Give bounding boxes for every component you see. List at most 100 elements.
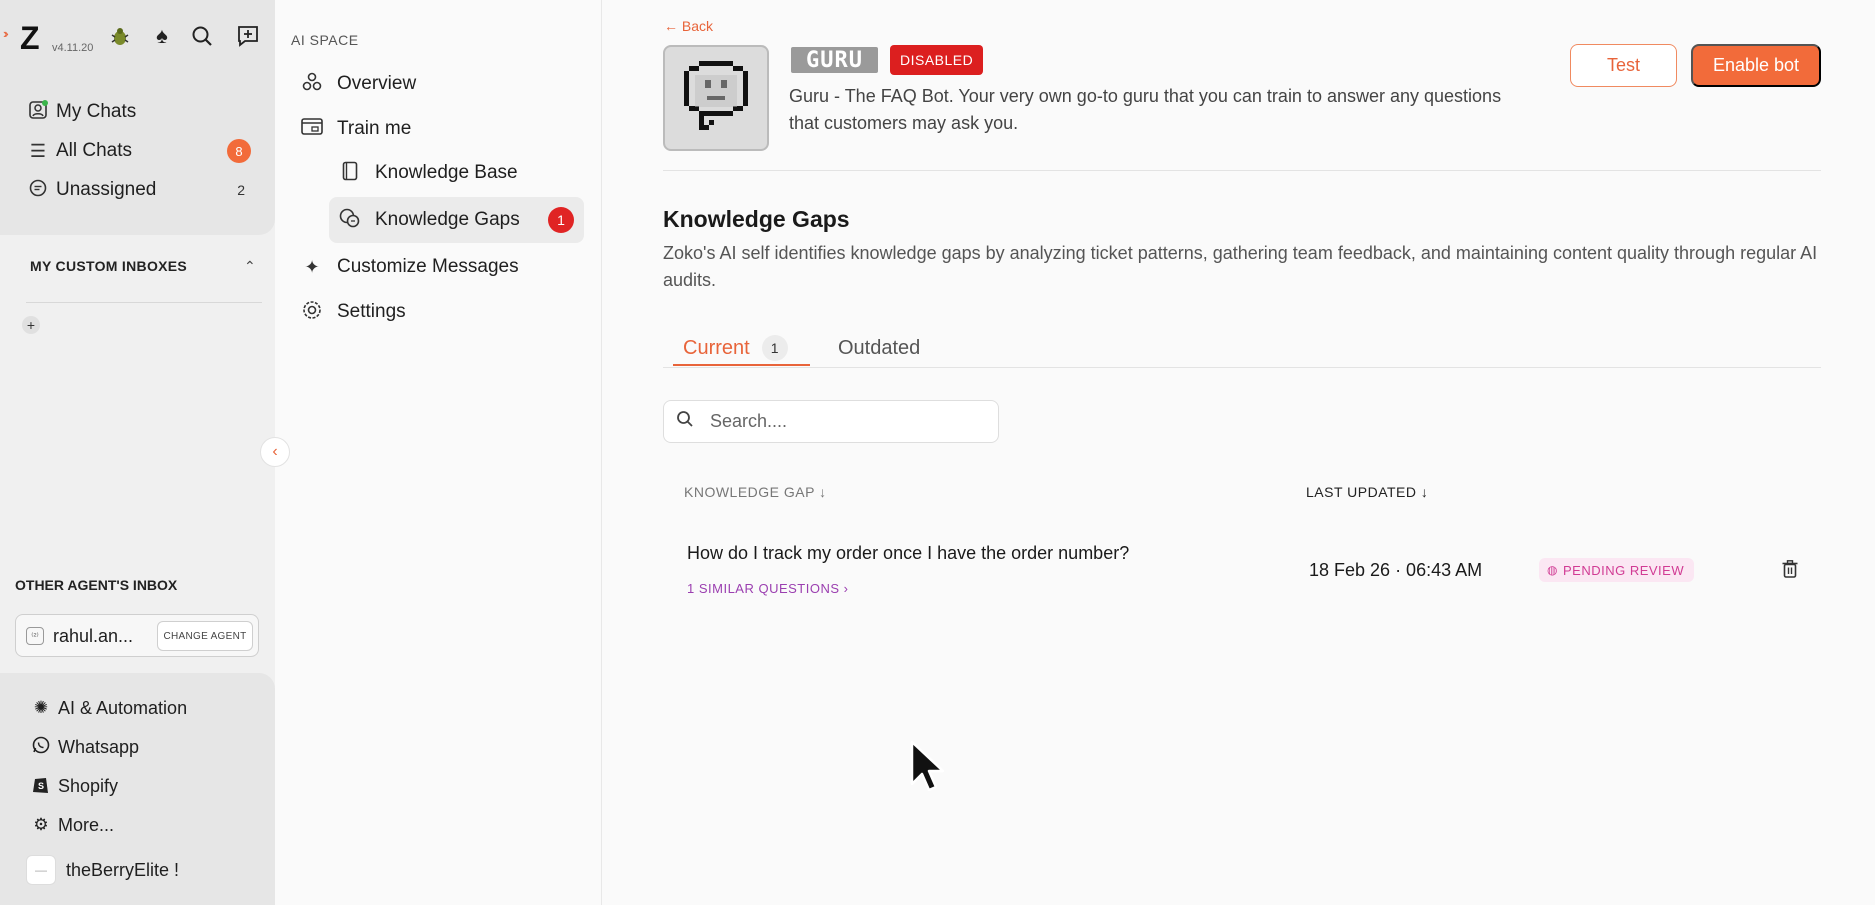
sidebar-item-label: Knowledge Gaps bbox=[375, 209, 520, 230]
shopify-icon: S bbox=[30, 774, 52, 799]
page-title: Knowledge Gaps bbox=[663, 206, 850, 232]
chat-icon bbox=[26, 179, 50, 202]
active-tab-indicator bbox=[673, 364, 810, 366]
sidebar-item-label: Settings bbox=[337, 301, 406, 322]
sparkle-icon: ✦ bbox=[304, 256, 320, 277]
nav-label: Unassigned bbox=[56, 179, 157, 200]
column-label: KNOWLEDGE GAP bbox=[684, 484, 815, 500]
status-label: PENDING REVIEW bbox=[1562, 562, 1685, 578]
nav-more[interactable]: ⚙ More... bbox=[30, 811, 114, 839]
tab-current[interactable]: Current 1 bbox=[683, 330, 788, 366]
gear-icon: ⚙ bbox=[33, 815, 49, 834]
similar-questions-link[interactable]: 1 SIMILAR QUESTIONS › bbox=[687, 581, 849, 596]
spade-icon[interactable]: ♠ bbox=[148, 22, 176, 50]
chevron-up-icon[interactable]: ⌃ bbox=[244, 258, 256, 275]
sidebar-item-knowledge-gaps[interactable]: Knowledge Gaps 1 bbox=[329, 197, 584, 243]
divider bbox=[663, 170, 1821, 171]
add-inbox-button[interactable]: + bbox=[22, 316, 40, 334]
bot-avatar bbox=[663, 45, 769, 151]
status-pill: ◍ PENDING REVIEW bbox=[1539, 558, 1695, 582]
settings-icon bbox=[299, 300, 325, 325]
expand-icon[interactable]: ›› bbox=[3, 26, 8, 41]
status-badge: DISABLED bbox=[890, 45, 984, 75]
workspace-avatar: — bbox=[26, 855, 56, 885]
gap-question[interactable]: How do I track my order once I have the … bbox=[687, 543, 1129, 564]
svg-text:S: S bbox=[38, 781, 44, 791]
enable-bot-button[interactable]: Enable bot bbox=[1691, 44, 1821, 87]
train-icon bbox=[299, 117, 325, 141]
tabs-divider bbox=[663, 367, 1821, 368]
zoko-logo[interactable]: Z bbox=[20, 22, 50, 54]
search-icon[interactable] bbox=[188, 22, 216, 50]
nav-unassigned[interactable]: Unassigned 2 bbox=[26, 175, 251, 205]
new-chat-icon[interactable] bbox=[234, 22, 262, 50]
trash-icon[interactable] bbox=[1778, 557, 1802, 581]
gaps-count-badge: 1 bbox=[548, 207, 574, 233]
bot-description: Guru - The FAQ Bot. Your very own go-to … bbox=[789, 86, 1502, 133]
chevron-right-icon: › bbox=[843, 581, 849, 596]
nav-shopify[interactable]: S Shopify bbox=[30, 772, 118, 800]
search-input[interactable] bbox=[710, 411, 990, 432]
other-agents-title: OTHER AGENT'S INBOX bbox=[15, 577, 178, 593]
nav-label: More... bbox=[58, 814, 115, 835]
search-box bbox=[663, 400, 999, 443]
openai-icon: ✺ bbox=[33, 698, 49, 717]
sidebar-item-overview[interactable]: Overview bbox=[299, 61, 579, 107]
back-label: Back bbox=[681, 18, 714, 34]
sort-arrow-icon: ↓ bbox=[819, 484, 827, 500]
brain-icon: ◍ bbox=[1547, 563, 1558, 577]
nav-label: My Chats bbox=[56, 101, 137, 122]
left-rail: ›› Z v4.11.20 ♠ My Chats ☰ All Chats 8 U… bbox=[0, 0, 275, 905]
nav-label: Shopify bbox=[58, 775, 119, 796]
nav-my-chats[interactable]: My Chats bbox=[26, 97, 251, 127]
agent-selector: ⁽²⁾ rahul.an... CHANGE AGENT bbox=[15, 614, 259, 657]
sidebar-item-settings[interactable]: Settings bbox=[299, 289, 579, 335]
nav-ai-automation[interactable]: ✺ AI & Automation bbox=[30, 694, 187, 722]
bug-icon[interactable] bbox=[106, 22, 134, 50]
app-version: v4.11.20 bbox=[52, 42, 94, 54]
ai-space-sidebar: AI SPACE Overview Train me Knowledge Bas… bbox=[275, 0, 602, 905]
unassigned-count: 2 bbox=[237, 182, 245, 198]
sidebar-title: AI SPACE bbox=[291, 32, 359, 48]
column-header-knowledge-gap[interactable]: KNOWLEDGE GAP ↓ bbox=[684, 484, 827, 500]
agent-avatar: ⁽²⁾ bbox=[26, 627, 44, 645]
nav-label: All Chats bbox=[56, 140, 133, 161]
sidebar-item-train-me[interactable]: Train me bbox=[299, 106, 579, 152]
collapse-sidebar-button[interactable]: ‹ bbox=[260, 437, 290, 467]
workspace-switcher[interactable]: — theBerryElite ! bbox=[26, 854, 179, 886]
unread-badge: 8 bbox=[227, 139, 251, 163]
custom-inboxes-title: MY CUSTOM INBOXES bbox=[30, 258, 188, 274]
bot-logo: GURU bbox=[791, 47, 878, 73]
user-icon bbox=[26, 99, 50, 125]
mouse-cursor-icon bbox=[910, 740, 945, 792]
divider bbox=[26, 302, 262, 303]
search-icon bbox=[676, 410, 700, 433]
change-agent-button[interactable]: CHANGE AGENT bbox=[157, 621, 253, 651]
page-description: Zoko's AI self identifies knowledge gaps… bbox=[663, 243, 1818, 290]
back-link[interactable]: ← Back bbox=[664, 18, 713, 34]
column-label: LAST UPDATED bbox=[1306, 484, 1417, 500]
sidebar-item-label: Overview bbox=[337, 73, 417, 94]
sidebar-item-label: Train me bbox=[337, 118, 412, 139]
last-updated: 18 Feb 26 · 06:43 AM bbox=[1309, 560, 1483, 580]
tab-label: Current bbox=[683, 336, 750, 359]
main-content: ← Back GURU DISABLED Guru - The FAQ Bot.… bbox=[603, 0, 1875, 905]
workspace-name: theBerryElite ! bbox=[66, 859, 180, 880]
nav-label: AI & Automation bbox=[58, 697, 188, 718]
agent-name[interactable]: rahul.an... bbox=[53, 626, 133, 647]
tab-count: 1 bbox=[761, 335, 788, 361]
tab-label: Outdated bbox=[838, 336, 921, 359]
sidebar-item-knowledge-base[interactable]: Knowledge Base bbox=[337, 150, 577, 196]
sidebar-item-label: Customize Messages bbox=[337, 256, 519, 277]
book-icon bbox=[337, 161, 363, 186]
nav-all-chats[interactable]: ☰ All Chats 8 bbox=[26, 136, 251, 166]
tab-outdated[interactable]: Outdated bbox=[838, 330, 920, 366]
sidebar-item-label: Knowledge Base bbox=[375, 162, 518, 183]
gaps-icon bbox=[337, 208, 363, 233]
nav-whatsapp[interactable]: Whatsapp bbox=[30, 733, 139, 761]
test-button[interactable]: Test bbox=[1570, 44, 1677, 87]
column-header-last-updated[interactable]: LAST UPDATED ↓ bbox=[1306, 484, 1428, 500]
nav-label: Whatsapp bbox=[58, 736, 140, 757]
whatsapp-icon bbox=[30, 736, 52, 759]
sidebar-item-customize-messages[interactable]: ✦ Customize Messages bbox=[299, 244, 579, 290]
